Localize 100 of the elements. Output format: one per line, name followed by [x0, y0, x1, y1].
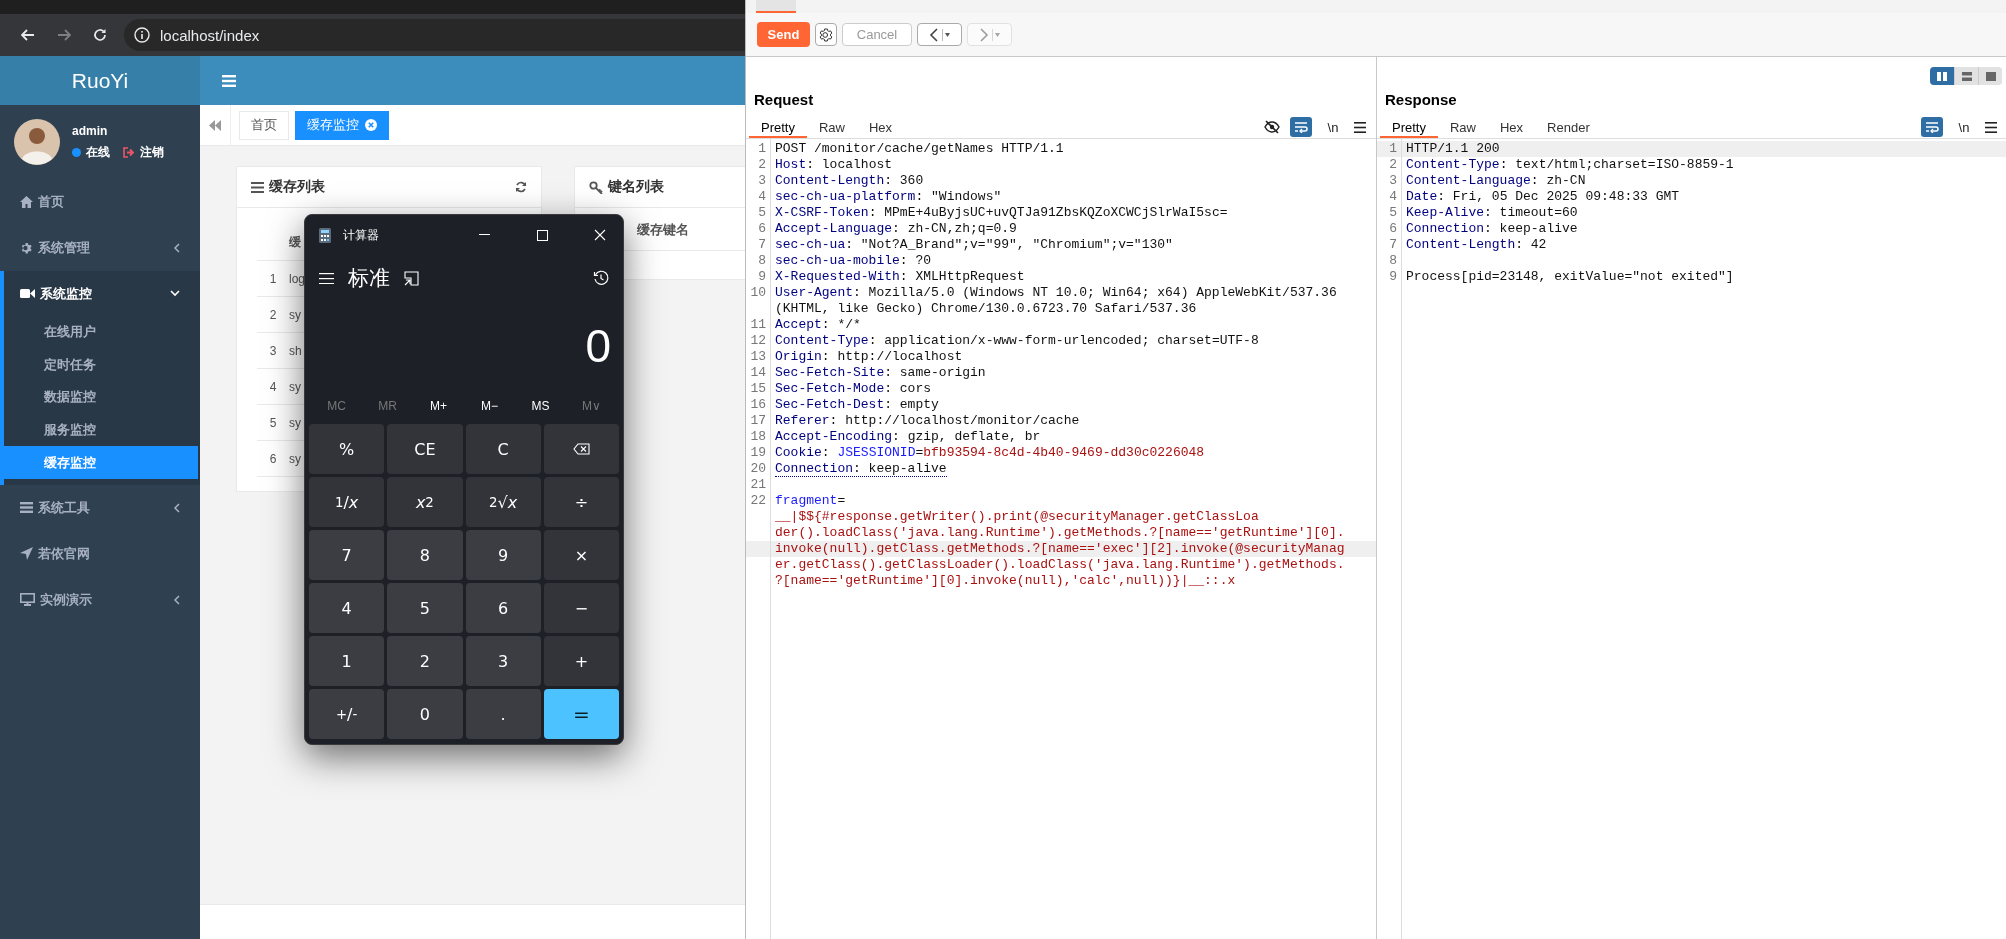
back-button[interactable] [917, 23, 962, 46]
calculator-key[interactable]: = [543, 689, 619, 739]
wrap-lines-icon[interactable] [1290, 117, 1312, 137]
editor-tab[interactable]: Pretty [749, 118, 807, 138]
menu-icon[interactable] [319, 272, 334, 284]
calculator-key[interactable]: ÷ [543, 477, 619, 527]
editor-tab[interactable]: Render [1535, 118, 1602, 138]
line-number: 6 [1388, 221, 1398, 237]
menu-icon[interactable] [1354, 121, 1366, 133]
calculator-key[interactable]: CE [387, 424, 463, 474]
double-chevron-left-icon[interactable] [209, 119, 221, 131]
maximize-icon[interactable] [536, 229, 548, 241]
chevron-left-icon [173, 502, 180, 513]
logout-icon[interactable] [123, 146, 135, 158]
code-line: sec-ch-ua: "Not?A_Brand";v="99", "Chromium";v="130" [775, 237, 1173, 253]
code-line: Accept-Encoding: gzip, deflate, br [775, 429, 1041, 445]
wrap-lines-icon[interactable] [1921, 117, 1943, 137]
newline-toggle[interactable]: \n [1322, 117, 1344, 137]
video-camera-icon [20, 288, 35, 299]
code-line: Process[pid=23148, exitValue="not exited"] [1406, 269, 1734, 285]
calculator-key[interactable]: 9 [465, 530, 541, 580]
single-pane-icon[interactable] [1978, 67, 2002, 85]
mode-title: 标准 [348, 265, 390, 291]
card-title: 缓存列表 [269, 178, 326, 196]
memory-button[interactable]: M− [464, 391, 515, 421]
backspace-icon [572, 443, 590, 455]
eye-slash-icon[interactable] [1264, 120, 1280, 134]
editor-tab[interactable]: Hex [857, 118, 905, 138]
calculator-key[interactable]: 5 [387, 583, 463, 633]
calculator-key[interactable]: 8 [387, 530, 463, 580]
editor-tab[interactable]: Pretty [1380, 118, 1438, 138]
editor-tab[interactable]: Hex [1488, 118, 1536, 138]
submenu-item[interactable]: 在线用户 [4, 316, 198, 349]
calculator-key[interactable]: 3 [465, 636, 541, 686]
close-icon[interactable] [594, 229, 606, 241]
submenu-item[interactable]: 定时任务 [4, 348, 198, 382]
calculator-key[interactable]: C [465, 424, 541, 474]
calculator-key[interactable]: 7 [309, 530, 385, 580]
refresh-icon[interactable] [515, 181, 527, 193]
line-number: 2 [1388, 157, 1398, 173]
calculator-key[interactable]: − [543, 583, 619, 633]
calculator-key[interactable]: 0 [387, 689, 463, 739]
info-icon[interactable] [134, 27, 150, 43]
code-line: Sec-Fetch-Site: same-origin [775, 365, 986, 381]
line-number: 17 [749, 413, 767, 429]
history-icon[interactable] [593, 270, 609, 286]
url-text: localhost/index [160, 26, 260, 44]
menu-icon[interactable] [1985, 121, 1997, 133]
pane-title: Response [1384, 90, 1458, 109]
code-line: __|$${#response.getWriter().print(@securityManager.getClassLoa [775, 509, 1259, 525]
menu-item[interactable]: 若依官网 [0, 530, 200, 577]
line-number: 22 [749, 493, 767, 509]
calculator-key[interactable]: . [465, 689, 541, 739]
line-number: 12 [749, 333, 767, 349]
chevron-left-icon [173, 243, 180, 253]
calculator-key[interactable]: 1 [309, 636, 385, 686]
memory-button[interactable]: M+ [413, 391, 464, 421]
calculator-key[interactable]: × [543, 530, 619, 580]
code-line: Date: Fri, 05 Dec 2025 09:48:33 GMT [1406, 189, 1680, 205]
split-columns-icon[interactable] [1930, 67, 1954, 85]
calculator-key[interactable]: 6 [465, 583, 541, 633]
chevron-right-icon [979, 26, 989, 43]
forward-arrow-icon[interactable] [57, 29, 71, 41]
calculator-key[interactable]: + [543, 636, 619, 686]
calculator-key[interactable]: 4 [309, 583, 385, 633]
submenu-item[interactable]: 数据监控 [4, 381, 198, 414]
logout-link[interactable]: 注销 [140, 143, 164, 161]
page-tab[interactable]: 首页 [239, 110, 289, 140]
line-number: 9 [757, 269, 767, 285]
calculator-key[interactable]: % [309, 424, 385, 474]
split-rows-icon[interactable] [1954, 67, 1978, 85]
keep-on-top-icon[interactable] [404, 270, 419, 286]
newline-toggle[interactable]: \n [1953, 117, 1975, 137]
settings-button[interactable] [815, 23, 837, 46]
table-cell: sy [289, 415, 301, 430]
line-number: 8 [757, 253, 767, 269]
submenu-item[interactable]: 服务监控 [4, 413, 198, 447]
backspace-button[interactable] [543, 424, 619, 474]
line-number: 3 [757, 173, 767, 189]
memory-button[interactable]: MS [515, 391, 566, 421]
gear-icon [20, 241, 33, 255]
menu-item[interactable]: 系统监控 [4, 271, 200, 316]
menu-item[interactable]: 系统管理 [0, 225, 200, 271]
table-cell: sh [289, 343, 302, 358]
row-number: 2 [268, 307, 278, 322]
list-icon [20, 502, 33, 514]
menu-item[interactable]: 实例演示 [0, 576, 200, 623]
address-bar[interactable]: localhost/index [124, 19, 745, 51]
code-line: X-Requested-With: XMLHttpRequest [775, 269, 1025, 285]
minimize-icon[interactable] [478, 234, 490, 236]
back-arrow-icon[interactable] [21, 29, 35, 41]
menu-item[interactable]: 系统工具 [0, 484, 200, 531]
line-number: 6 [757, 221, 767, 237]
line-number: 3 [1388, 173, 1398, 189]
editor-tab[interactable]: Raw [1437, 118, 1488, 138]
editor-tab[interactable]: Raw [806, 118, 857, 138]
code-line: sec-ch-ua-platform: "Windows" [775, 189, 1002, 205]
menu-item[interactable]: 首页 [0, 179, 200, 225]
calculator-key[interactable]: 2 [387, 636, 463, 686]
reload-icon[interactable] [93, 28, 107, 42]
